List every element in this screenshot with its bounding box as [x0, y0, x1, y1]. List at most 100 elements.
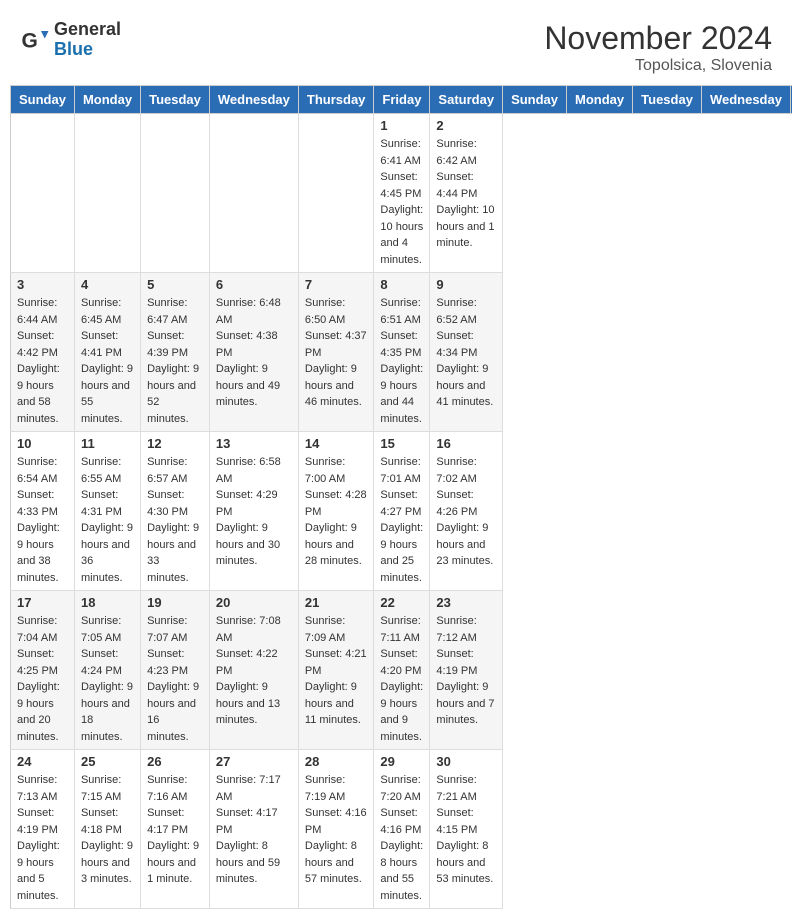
calendar-cell: 8 Sunrise: 6:51 AM Sunset: 4:35 PM Daylig…: [374, 273, 430, 432]
day-info: Sunrise: 6:54 AM Sunset: 4:33 PM Dayligh…: [17, 454, 68, 586]
calendar-cell: 17 Sunrise: 7:04 AM Sunset: 4:25 PM Dayli…: [11, 591, 75, 750]
day-number: 25: [81, 754, 134, 769]
svg-text:G: G: [22, 29, 38, 52]
day-number: 12: [147, 436, 203, 451]
calendar-cell: 27Sunrise: 7:17 AM Sunset: 4:17 PM Dayli…: [209, 750, 298, 909]
day-info: Sunrise: 6:58 AM Sunset: 4:29 PM Dayligh…: [216, 454, 292, 570]
day-info: Sunrise: 6:57 AM Sunset: 4:30 PM Dayligh…: [147, 454, 203, 586]
day-info: Sunrise: 7:12 AM Sunset: 4:19 PM Dayligh…: [436, 613, 496, 729]
col-header-monday: Monday: [74, 86, 140, 114]
day-info: Sunrise: 7:00 AM Sunset: 4:28 PM Dayligh…: [305, 454, 368, 570]
calendar-cell: 11Sunrise: 6:55 AM Sunset: 4:31 PM Dayli…: [74, 432, 140, 591]
calendar-cell: 22 Sunrise: 7:11 AM Sunset: 4:20 PM Dayli…: [374, 591, 430, 750]
day-info: Sunrise: 6:51 AM Sunset: 4:35 PM Dayligh…: [380, 295, 423, 427]
calendar-cell: [74, 114, 140, 273]
day-info: Sunrise: 6:47 AM Sunset: 4:39 PM Dayligh…: [147, 295, 203, 427]
calendar-cell: [298, 114, 374, 273]
day-number: 5: [147, 277, 203, 292]
logo-text: General Blue: [54, 20, 121, 60]
calendar-cell: 4 Sunrise: 6:45 AM Sunset: 4:41 PM Daylig…: [74, 273, 140, 432]
calendar-cell: 14Sunrise: 7:00 AM Sunset: 4:28 PM Dayli…: [298, 432, 374, 591]
day-info: Sunrise: 6:48 AM Sunset: 4:38 PM Dayligh…: [216, 295, 292, 411]
calendar-week-3: 17 Sunrise: 7:04 AM Sunset: 4:25 PM Dayli…: [11, 591, 792, 750]
day-number: 19: [147, 595, 203, 610]
day-info: Sunrise: 7:08 AM Sunset: 4:22 PM Dayligh…: [216, 613, 292, 729]
day-number: 3: [17, 277, 68, 292]
day-number: 22: [380, 595, 423, 610]
calendar-cell: 15 Sunrise: 7:01 AM Sunset: 4:27 PM Dayli…: [374, 432, 430, 591]
day-number: 28: [305, 754, 368, 769]
day-info: Sunrise: 6:45 AM Sunset: 4:41 PM Dayligh…: [81, 295, 134, 427]
calendar-week-1: 3 Sunrise: 6:44 AM Sunset: 4:42 PM Daylig…: [11, 273, 792, 432]
day-number: 24: [17, 754, 68, 769]
day-number: 20: [216, 595, 292, 610]
day-number: 8: [380, 277, 423, 292]
day-info: Sunrise: 7:11 AM Sunset: 4:20 PM Dayligh…: [380, 613, 423, 745]
calendar-cell: 1 Sunrise: 6:41 AM Sunset: 4:45 PM Daylig…: [374, 114, 430, 273]
day-info: Sunrise: 7:16 AM Sunset: 4:17 PM Dayligh…: [147, 772, 203, 888]
calendar-cell: 20 Sunrise: 7:08 AM Sunset: 4:22 PM Dayli…: [209, 591, 298, 750]
col-header-tuesday: Tuesday: [141, 86, 210, 114]
col-header-friday: Friday: [374, 86, 430, 114]
day-number: 1: [380, 118, 423, 133]
day-number: 29: [380, 754, 423, 769]
day-info: Sunrise: 7:09 AM Sunset: 4:21 PM Dayligh…: [305, 613, 368, 729]
day-info: Sunrise: 7:21 AM Sunset: 4:15 PM Dayligh…: [436, 772, 496, 888]
day-number: 9: [436, 277, 496, 292]
day-number: 17: [17, 595, 68, 610]
day-info: Sunrise: 6:42 AM Sunset: 4:44 PM Dayligh…: [436, 136, 496, 252]
calendar-week-4: 24 Sunrise: 7:13 AM Sunset: 4:19 PM Dayli…: [11, 750, 792, 909]
col-header-thursday: Thursday: [298, 86, 374, 114]
calendar-cell: 28 Sunrise: 7:19 AM Sunset: 4:16 PM Dayli…: [298, 750, 374, 909]
day-info: Sunrise: 6:44 AM Sunset: 4:42 PM Dayligh…: [17, 295, 68, 427]
day-info: Sunrise: 6:50 AM Sunset: 4:37 PM Dayligh…: [305, 295, 368, 411]
calendar-cell: 10 Sunrise: 6:54 AM Sunset: 4:33 PM Dayli…: [11, 432, 75, 591]
col-header-sunday: Sunday: [11, 86, 75, 114]
logo-icon: G: [20, 25, 50, 55]
day-info: Sunrise: 7:15 AM Sunset: 4:18 PM Dayligh…: [81, 772, 134, 888]
day-info: Sunrise: 7:13 AM Sunset: 4:19 PM Dayligh…: [17, 772, 68, 904]
calendar-cell: [209, 114, 298, 273]
day-info: Sunrise: 7:01 AM Sunset: 4:27 PM Dayligh…: [380, 454, 423, 586]
calendar-cell: 7 Sunrise: 6:50 AM Sunset: 4:37 PM Daylig…: [298, 273, 374, 432]
col-header-saturday: Saturday: [430, 86, 503, 114]
day-number: 4: [81, 277, 134, 292]
calendar-cell: 30 Sunrise: 7:21 AM Sunset: 4:15 PM Dayli…: [430, 750, 503, 909]
day-info: Sunrise: 7:19 AM Sunset: 4:16 PM Dayligh…: [305, 772, 368, 888]
day-number: 7: [305, 277, 368, 292]
calendar-cell: 3 Sunrise: 6:44 AM Sunset: 4:42 PM Daylig…: [11, 273, 75, 432]
day-number: 26: [147, 754, 203, 769]
day-number: 30: [436, 754, 496, 769]
day-number: 21: [305, 595, 368, 610]
calendar-cell: 16 Sunrise: 7:02 AM Sunset: 4:26 PM Dayli…: [430, 432, 503, 591]
calendar-cell: 13 Sunrise: 6:58 AM Sunset: 4:29 PM Dayli…: [209, 432, 298, 591]
calendar-cell: 21 Sunrise: 7:09 AM Sunset: 4:21 PM Dayli…: [298, 591, 374, 750]
col-header-tuesday: Tuesday: [633, 86, 702, 114]
day-info: Sunrise: 7:04 AM Sunset: 4:25 PM Dayligh…: [17, 613, 68, 745]
calendar-cell: 19 Sunrise: 7:07 AM Sunset: 4:23 PM Dayli…: [141, 591, 210, 750]
day-info: Sunrise: 7:07 AM Sunset: 4:23 PM Dayligh…: [147, 613, 203, 745]
calendar-cell: [11, 114, 75, 273]
day-info: Sunrise: 7:20 AM Sunset: 4:16 PM Dayligh…: [380, 772, 423, 904]
logo-general-text: General: [54, 20, 121, 40]
day-number: 16: [436, 436, 496, 451]
day-number: 23: [436, 595, 496, 610]
day-number: 11: [81, 436, 134, 451]
calendar-cell: 18Sunrise: 7:05 AM Sunset: 4:24 PM Dayli…: [74, 591, 140, 750]
calendar-cell: 5 Sunrise: 6:47 AM Sunset: 4:39 PM Daylig…: [141, 273, 210, 432]
day-number: 15: [380, 436, 423, 451]
day-info: Sunrise: 6:52 AM Sunset: 4:34 PM Dayligh…: [436, 295, 496, 411]
month-year: November 2024: [544, 20, 772, 57]
calendar-week-2: 10 Sunrise: 6:54 AM Sunset: 4:33 PM Dayli…: [11, 432, 792, 591]
calendar-cell: 2 Sunrise: 6:42 AM Sunset: 4:44 PM Daylig…: [430, 114, 503, 273]
calendar-cell: 23 Sunrise: 7:12 AM Sunset: 4:19 PM Dayli…: [430, 591, 503, 750]
day-number: 10: [17, 436, 68, 451]
col-header-monday: Monday: [567, 86, 633, 114]
day-info: Sunrise: 6:41 AM Sunset: 4:45 PM Dayligh…: [380, 136, 423, 268]
day-info: Sunrise: 7:02 AM Sunset: 4:26 PM Dayligh…: [436, 454, 496, 570]
logo-blue-text: Blue: [54, 40, 121, 60]
calendar-cell: 26 Sunrise: 7:16 AM Sunset: 4:17 PM Dayli…: [141, 750, 210, 909]
day-number: 13: [216, 436, 292, 451]
title-section: November 2024 Topolsica, Slovenia: [544, 20, 772, 75]
day-number: 2: [436, 118, 496, 133]
